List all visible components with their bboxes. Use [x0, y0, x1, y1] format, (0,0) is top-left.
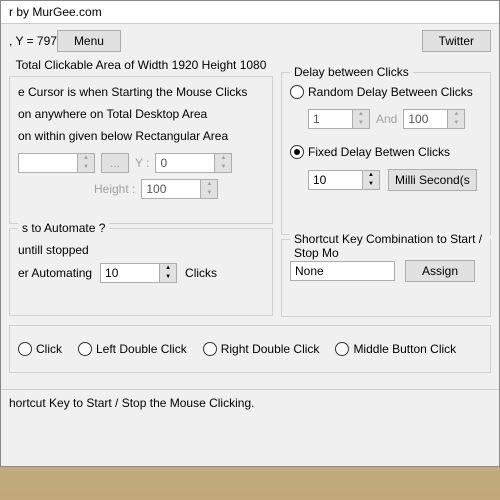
coord-display: , Y = 797 [9, 34, 57, 48]
up-icon: ▲ [215, 154, 231, 163]
y-label: Y : [135, 156, 149, 170]
unit-button[interactable]: Milli Second(s [388, 169, 477, 191]
click-type-right-double[interactable]: Right Double Click [203, 342, 320, 356]
cursor-rect-option[interactable]: on within given below Rectangular Area [18, 129, 264, 143]
random-delay-radio[interactable]: Random Delay Between Clicks [290, 85, 473, 99]
click-type-middle[interactable]: Middle Button Click [335, 342, 456, 356]
twitter-button[interactable]: Twitter [422, 30, 491, 52]
clicks-label: Clicks [185, 266, 217, 280]
y-spinner[interactable]: ▲▼ [155, 153, 232, 173]
cursor-header: e Cursor is when Starting the Mouse Clic… [18, 85, 264, 99]
title-bar[interactable]: r by MurGee.com [1, 1, 499, 24]
up-icon: ▲ [78, 154, 94, 163]
height-label: Height : [94, 182, 135, 196]
fixed-delay-spinner[interactable]: ▲▼ [308, 170, 380, 190]
app-window: r by MurGee.com , Y = 797 Menu Twitter T… [0, 0, 500, 467]
clickable-area-label: Total Clickable Area of Width 1920 Heigh… [9, 58, 273, 72]
and-label: And [376, 112, 397, 126]
automate-after-option[interactable]: er Automating [18, 266, 92, 280]
status-bar: hortcut Key to Start / Stop the Mouse Cl… [1, 389, 499, 416]
automate-until-option[interactable]: untill stopped [18, 243, 264, 257]
fixed-delay-radio[interactable]: Fixed Delay Betwen Clicks [290, 145, 450, 159]
x-spinner[interactable]: ▲▼ [18, 153, 95, 173]
menu-button[interactable]: Menu [57, 30, 121, 52]
shortcut-header: Shortcut Key Combination to Start / Stop… [290, 232, 490, 260]
shortcut-input[interactable] [290, 261, 395, 281]
down-icon: ▼ [201, 189, 217, 198]
down-icon: ▼ [78, 163, 94, 172]
click-type-single[interactable]: Click [18, 342, 62, 356]
down-icon: ▼ [160, 273, 176, 282]
assign-button[interactable]: Assign [405, 260, 475, 282]
up-icon: ▲ [201, 180, 217, 189]
automate-header: s to Automate ? [18, 221, 109, 235]
up-icon: ▲ [160, 264, 176, 273]
delay-header: Delay between Clicks [290, 65, 413, 79]
click-type-left-double[interactable]: Left Double Click [78, 342, 187, 356]
automate-count-spinner[interactable]: ▲▼ [100, 263, 177, 283]
cursor-anywhere-option[interactable]: on anywhere on Total Desktop Area [18, 107, 264, 121]
down-icon: ▼ [215, 163, 231, 172]
height-spinner[interactable]: ▲▼ [141, 179, 218, 199]
ellipsis-button[interactable]: ... [101, 153, 129, 173]
